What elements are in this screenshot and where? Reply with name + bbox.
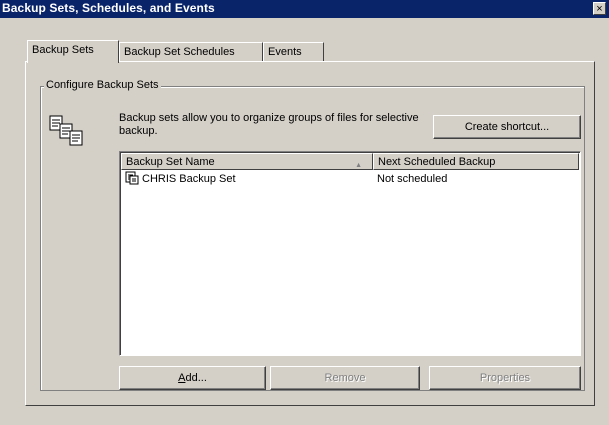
properties-button[interactable]: Properties bbox=[429, 366, 581, 390]
tab-panel-backup-sets: Configure Backup Sets Backup sets allow … bbox=[25, 61, 595, 406]
close-button[interactable]: × bbox=[593, 2, 606, 15]
remove-button[interactable]: Remove bbox=[270, 366, 420, 390]
backup-sets-icon bbox=[48, 115, 88, 147]
tab-events[interactable]: Events bbox=[263, 42, 324, 61]
backup-set-icon bbox=[125, 171, 139, 185]
add-button[interactable]: Add... bbox=[119, 366, 266, 390]
backup-sets-list[interactable]: Backup Set Name ▲ Next Scheduled Backup … bbox=[119, 151, 581, 356]
group-legend: Configure Backup Sets bbox=[44, 79, 161, 91]
group-description: Backup sets allow you to organize groups… bbox=[119, 112, 419, 137]
tab-backup-sets[interactable]: Backup Sets bbox=[27, 40, 119, 63]
column-header-next-scheduled-backup[interactable]: Next Scheduled Backup bbox=[373, 153, 579, 170]
column-label: Backup Set Name bbox=[126, 156, 215, 168]
backup-set-name-cell: CHRIS Backup Set bbox=[125, 171, 236, 187]
list-item[interactable]: CHRIS Backup Set Not scheduled bbox=[121, 171, 579, 187]
list-header: Backup Set Name ▲ Next Scheduled Backup bbox=[121, 153, 579, 170]
next-scheduled-backup-value: Not scheduled bbox=[377, 173, 448, 185]
title-bar: Backup Sets, Schedules, and Events × bbox=[0, 0, 609, 18]
backup-set-name: CHRIS Backup Set bbox=[142, 173, 236, 185]
backup-sets-dialog: Backup Sets, Schedules, and Events × Bac… bbox=[0, 0, 609, 425]
column-header-backup-set-name[interactable]: Backup Set Name ▲ bbox=[121, 153, 373, 170]
window-title: Backup Sets, Schedules, and Events bbox=[2, 1, 215, 15]
add-label-rest: dd... bbox=[185, 372, 207, 384]
tab-backup-set-schedules[interactable]: Backup Set Schedules bbox=[119, 42, 263, 61]
create-shortcut-button[interactable]: Create shortcut... bbox=[433, 115, 581, 139]
